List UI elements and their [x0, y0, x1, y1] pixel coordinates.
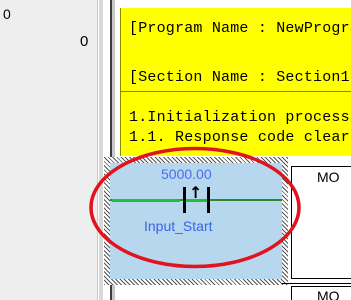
- mov-instruction-box-2[interactable]: MO: [291, 286, 351, 300]
- comment-divider: [120, 91, 351, 92]
- rung-comment[interactable]: [Program Name : NewProgram1] [Section Na…: [120, 8, 351, 156]
- mov-instruction-label-2: MO: [317, 288, 340, 300]
- rung-number: 0: [3, 6, 11, 22]
- program-name-comment: [Program Name : NewProgram1]: [129, 20, 351, 37]
- mov-instruction-label: MO: [317, 169, 340, 185]
- rung-divider: [282, 283, 351, 284]
- comment-line-4: 1.1. Response code clear: [129, 129, 350, 146]
- rung-gutter: 0 0: [0, 0, 98, 300]
- section-name-comment: [Section Name : Section1]: [129, 69, 351, 86]
- ladder-editor[interactable]: 0 0 [Program Name : NewProgram1] [Sectio…: [0, 0, 351, 300]
- comment-line-3: 1.Initialization processing: [129, 109, 351, 126]
- step-number: 0: [80, 33, 89, 50]
- highlight-ellipse-annotation: [89, 146, 301, 269]
